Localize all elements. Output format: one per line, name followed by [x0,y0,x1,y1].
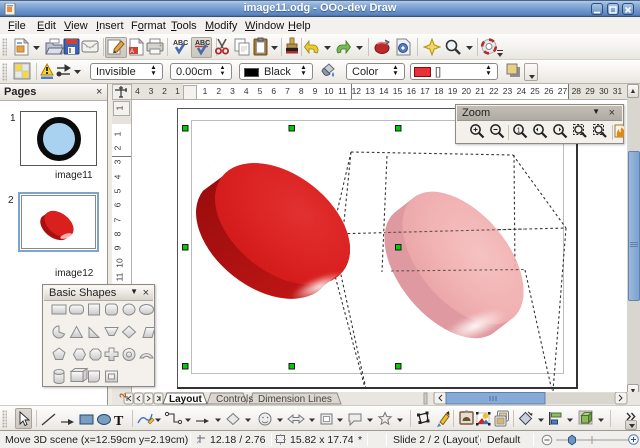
svg-text:T: T [114,414,124,429]
svg-text:Dimension Lines: Dimension Lines [258,394,332,405]
svg-text:A: A [130,49,134,55]
svg-text:1: 1 [517,127,521,134]
svg-text:Layout: Layout [169,394,202,405]
svg-text:ABC: ABC [173,40,188,47]
svg-text:Controls: Controls [216,394,253,405]
